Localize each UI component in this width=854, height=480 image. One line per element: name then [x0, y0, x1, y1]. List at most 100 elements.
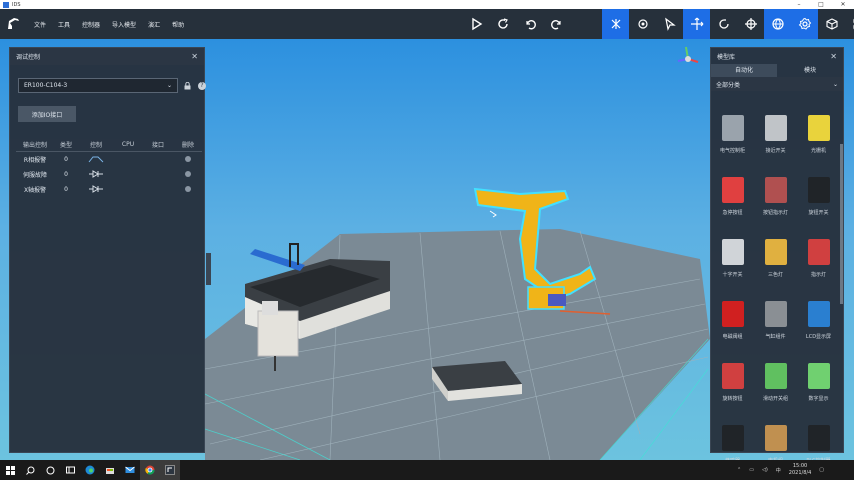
chrome-icon[interactable]	[140, 460, 160, 480]
network-icon[interactable]: ▭	[749, 467, 754, 473]
close-icon[interactable]: ✕	[830, 52, 837, 61]
window-controls: – □ ✕	[788, 1, 854, 8]
search-icon[interactable]	[20, 460, 40, 480]
title-bar: IDS – □ ✕	[0, 0, 854, 9]
widgets-icon[interactable]	[60, 460, 80, 480]
model-item[interactable]: LCD显示屏	[797, 282, 840, 344]
chevron-up-icon[interactable]: ⌃	[737, 467, 741, 473]
panel-collapse-handle[interactable]	[206, 253, 211, 285]
undo-arc-icon[interactable]	[543, 9, 570, 39]
close-icon[interactable]: ✕	[191, 52, 198, 61]
menu-help[interactable]: 帮助	[166, 20, 190, 29]
robot-logo-icon	[0, 9, 28, 39]
model-item[interactable]: 电磁阀组	[711, 282, 754, 344]
chevron-down-icon: ⌄	[166, 82, 172, 89]
model-item-label: 光栅机	[810, 148, 826, 154]
model-item[interactable]: 三色灯	[754, 220, 797, 282]
model-item[interactable]: 旋转按钮	[711, 344, 754, 406]
cylinder-icon	[764, 301, 787, 327]
diode-icon[interactable]	[78, 184, 114, 195]
cursor-icon[interactable]	[656, 9, 683, 39]
menu-import-model[interactable]: 导入模型	[106, 20, 142, 29]
edge-icon[interactable]	[80, 460, 100, 480]
scrollbar[interactable]	[840, 144, 843, 304]
model-item[interactable]: 指示灯	[797, 220, 840, 282]
delete-dot-icon[interactable]	[185, 170, 191, 177]
left-panel-title: 调试控制	[16, 54, 41, 61]
handle-icon[interactable]	[629, 9, 656, 39]
model-item[interactable]: 旋钮开关	[797, 158, 840, 220]
category-select[interactable]: 全部分类 ⌄	[711, 77, 843, 91]
store-icon[interactable]	[100, 460, 120, 480]
maximize-button[interactable]: □	[810, 1, 832, 8]
windows-icon[interactable]	[0, 460, 20, 480]
close-window-button[interactable]: ✕	[832, 1, 854, 8]
menu-tools[interactable]: 工具	[52, 20, 76, 29]
move-axes-icon[interactable]	[683, 9, 710, 39]
model-item[interactable]: 蜂鸣器	[711, 406, 754, 468]
table-row[interactable]: R相报警 0	[16, 152, 202, 167]
add-io-button[interactable]: 添加IO接口	[18, 106, 76, 122]
orientation-gizmo[interactable]	[677, 46, 699, 63]
delete-dot-icon[interactable]	[185, 185, 191, 192]
model-item-label: 数字显示	[808, 396, 829, 402]
volume-icon[interactable]: ◁)	[762, 467, 768, 473]
material-tray[interactable]	[432, 361, 522, 401]
clock[interactable]: 15:00 2021/8/4	[789, 463, 811, 477]
ime-icon[interactable]: 中	[776, 467, 781, 474]
table-row[interactable]: 伺服故障 0	[16, 167, 202, 182]
buzzer-icon	[721, 425, 744, 451]
motor-icon	[764, 425, 787, 451]
right-panel-title: 模型库	[717, 53, 736, 61]
grid-icon[interactable]	[845, 9, 854, 39]
model-item[interactable]: PLC控制器	[797, 406, 840, 468]
task-view-icon[interactable]	[40, 460, 60, 480]
lock-icon[interactable]	[184, 82, 191, 90]
mail-icon[interactable]	[120, 460, 140, 480]
play-icon[interactable]	[462, 9, 489, 39]
globe-icon[interactable]	[764, 9, 791, 39]
model-item[interactable]: 按钮指示灯	[754, 158, 797, 220]
model-item-label: 按钮指示灯	[762, 210, 788, 216]
cube-icon[interactable]	[818, 9, 845, 39]
model-item[interactable]: 接近开关	[754, 96, 797, 158]
undo-icon[interactable]	[516, 9, 543, 39]
row-name: 伺服故障	[22, 172, 47, 179]
rotate-icon[interactable]	[710, 9, 737, 39]
tab-automation[interactable]: 自动化	[711, 64, 777, 77]
gear-icon[interactable]	[791, 9, 818, 39]
model-item[interactable]: 电气控制柜	[711, 96, 754, 158]
model-item[interactable]: 数字显示	[797, 344, 840, 406]
window-title: IDS	[12, 1, 21, 8]
redo-icon[interactable]	[489, 9, 516, 39]
ids-app-icon[interactable]	[160, 460, 180, 480]
menu-controller[interactable]: 控制器	[76, 20, 106, 29]
menu-bar: 文件 工具 控制器 导入模型 演汇 帮助	[28, 20, 190, 29]
device-select[interactable]: ER100-C104-3 ⌄	[18, 78, 178, 93]
select-move-icon[interactable]	[602, 9, 629, 39]
crosshair-icon[interactable]	[737, 9, 764, 39]
delete-dot-icon[interactable]	[185, 155, 191, 162]
model-item[interactable]: 电机组	[754, 406, 797, 468]
minimize-button[interactable]: –	[788, 1, 810, 8]
row-type: 0	[64, 171, 68, 178]
diode-icon[interactable]	[78, 169, 114, 180]
model-item[interactable]: 十字开关	[711, 220, 754, 282]
io-table: 输出控制 类型 控制 CPU 接口 删除 R相报警 0 伺服故障 0 X轴报警 …	[16, 138, 202, 197]
model-item-label: 气缸组件	[765, 334, 786, 340]
model-item[interactable]: 气缸组件	[754, 282, 797, 344]
model-item[interactable]: 光栅机	[797, 96, 840, 158]
table-row[interactable]: X轴报警 0	[16, 182, 202, 197]
menu-demo[interactable]: 演汇	[142, 20, 166, 29]
proximity-sensor-icon	[764, 115, 787, 141]
model-item-label: 接近开关	[765, 148, 786, 154]
model-item[interactable]: 急停按钮	[711, 158, 754, 220]
notification-icon[interactable]: ▢	[819, 467, 824, 473]
menu-file[interactable]: 文件	[28, 20, 52, 29]
tab-modules[interactable]: 模块	[777, 64, 843, 77]
model-item[interactable]: 滑动开关组	[754, 344, 797, 406]
model-item-label: 电气控制柜	[719, 148, 745, 154]
help-icon[interactable]: ?	[198, 82, 206, 90]
signal-wave-icon[interactable]	[78, 155, 114, 165]
